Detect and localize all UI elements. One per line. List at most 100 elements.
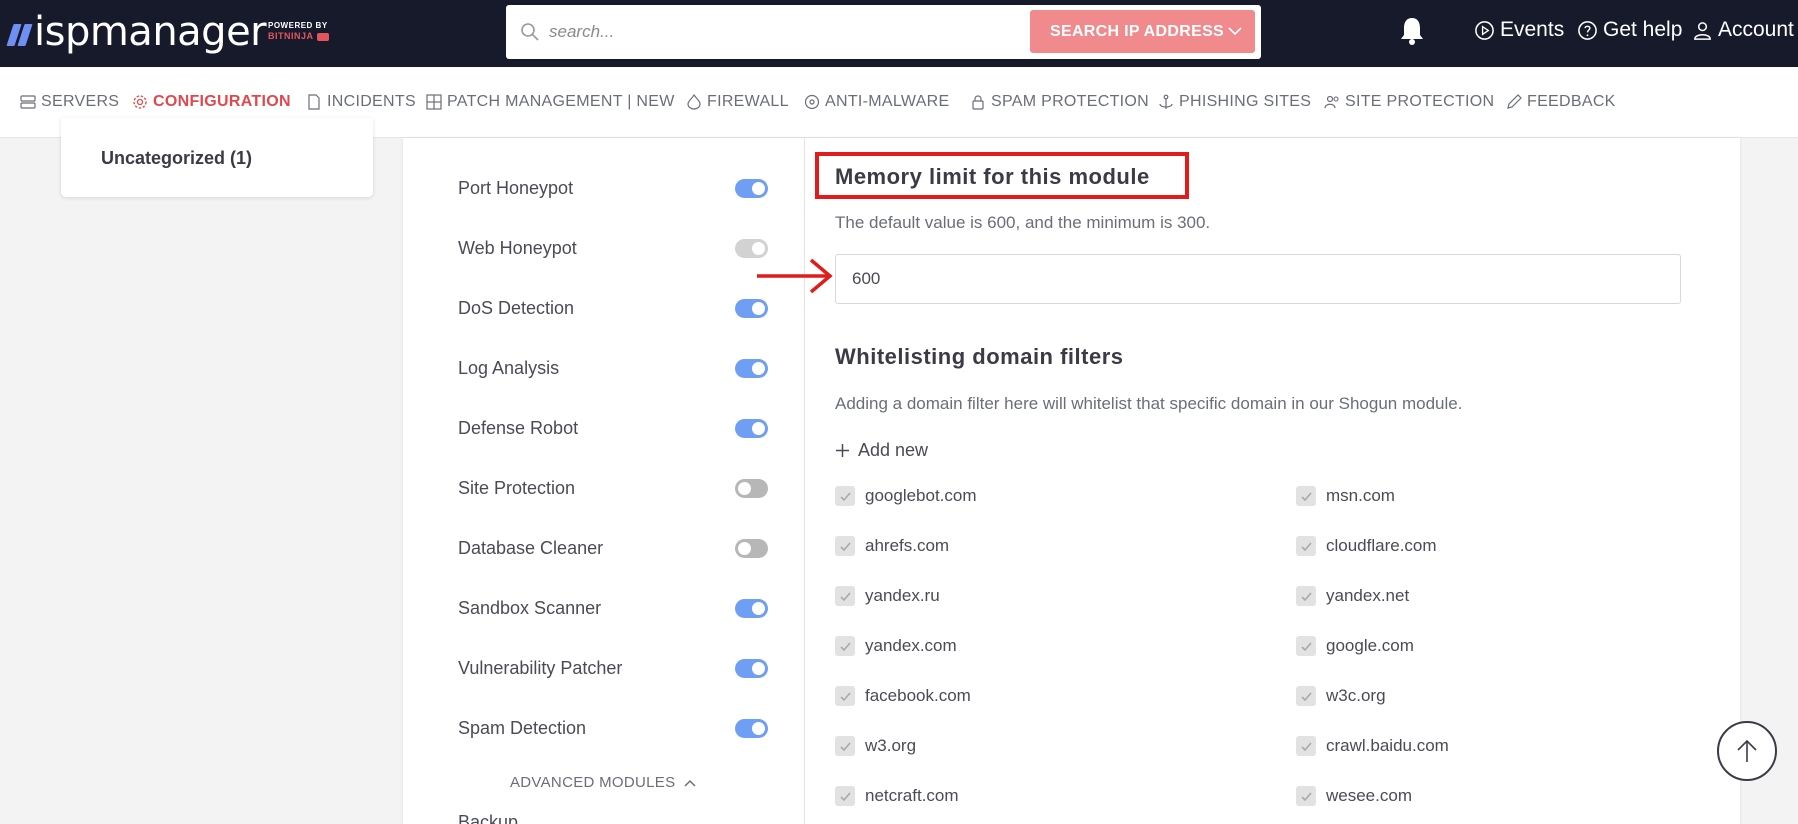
powered-by-brand: BITNINJA [268, 31, 314, 41]
nav-item-incidents[interactable]: INCIDENTS [306, 93, 416, 111]
nav-item-anti-malware[interactable]: ANTI-MALWARE [804, 93, 950, 111]
check-icon [1300, 741, 1312, 751]
domain-label: google.com [1326, 636, 1414, 655]
module-config-panel: Port Honeypot Web Honeypot DoS Detection… [403, 138, 1740, 824]
check-icon [1300, 491, 1312, 501]
nav-item-phishing-sites[interactable]: PHISHING SITES [1158, 93, 1311, 111]
server-icon [20, 95, 36, 109]
module-name-backup: Backup [458, 812, 519, 824]
nav-label: SITE PROTECTION [1345, 93, 1495, 110]
nav-label: FIREWALL [707, 93, 789, 110]
check-icon [1300, 641, 1312, 651]
module-toggle[interactable] [735, 358, 768, 378]
whitelist-description: Adding a domain filter here will whiteli… [835, 394, 1463, 413]
domain-filter-item: facebook.com [835, 686, 971, 706]
domain-label: netcraft.com [865, 786, 959, 805]
check-icon [839, 691, 851, 701]
nav-label: FEEDBACK [1527, 93, 1616, 110]
nav-item-spam-protection[interactable]: SPAM PROTECTION [970, 93, 1149, 111]
check-icon [1300, 691, 1312, 701]
nav-item-site-protection[interactable]: SITE PROTECTION [1324, 93, 1494, 111]
domain-filter-item: ahrefs.com [835, 536, 949, 556]
add-new-domain-button[interactable]: Add new [835, 440, 928, 461]
nav-label: ANTI-MALWARE [825, 93, 950, 110]
account-link[interactable]: Account [1692, 18, 1794, 42]
nav-label: CONFIGURATION [153, 93, 291, 110]
module-name: Log Analysis [458, 357, 560, 378]
bell-icon[interactable] [1396, 14, 1428, 46]
module-toggle[interactable] [735, 538, 768, 558]
events-link[interactable]: Events [1474, 18, 1564, 42]
module-toggle[interactable] [735, 418, 768, 438]
domain-checkbox[interactable] [1296, 536, 1316, 556]
search-ip-address-button[interactable]: SEARCH IP ADDRESS [1030, 10, 1255, 53]
account-label: Account [1718, 18, 1794, 41]
chevron-down-icon [1228, 27, 1242, 36]
help-circle-icon [1578, 20, 1597, 40]
nav-item-servers[interactable]: SERVERS [20, 93, 119, 111]
domain-checkbox[interactable] [1296, 586, 1316, 606]
domain-checkbox[interactable] [1296, 486, 1316, 506]
column-divider [804, 138, 805, 824]
module-name: Defense Robot [458, 417, 579, 438]
memory-limit-input[interactable] [835, 254, 1681, 304]
domain-filter-item: wesee.com [1296, 786, 1412, 806]
nav-item-configuration[interactable]: CONFIGURATION [132, 93, 291, 111]
category-uncategorized[interactable]: Uncategorized (1) [101, 148, 252, 169]
domain-filter-item: yandex.ru [835, 586, 940, 606]
search-icon [521, 23, 539, 41]
domain-checkbox[interactable] [835, 686, 855, 706]
nav-label: INCIDENTS [327, 93, 416, 110]
grid-icon [426, 94, 442, 110]
domain-checkbox[interactable] [835, 786, 855, 806]
module-row-site-protection: Site Protection [458, 473, 768, 503]
domain-checkbox[interactable] [835, 736, 855, 756]
nav-label: PATCH MANAGEMENT | NEW [447, 93, 675, 110]
domain-filter-item: yandex.net [1296, 586, 1409, 606]
module-toggle[interactable] [735, 478, 768, 498]
biohazard-icon [804, 94, 820, 110]
advanced-modules-toggle[interactable]: ADVANCED MODULES [510, 774, 697, 791]
domain-checkbox[interactable] [835, 536, 855, 556]
domain-checkbox[interactable] [835, 586, 855, 606]
search-input[interactable] [549, 15, 1049, 49]
module-name: Spam Detection [458, 717, 587, 738]
domain-checkbox[interactable] [835, 486, 855, 506]
domain-checkbox[interactable] [1296, 636, 1316, 656]
module-toggle[interactable] [735, 658, 768, 678]
nav-item-patch-management[interactable]: PATCH MANAGEMENT | NEW [426, 93, 675, 111]
module-toggle[interactable] [735, 178, 768, 198]
users-icon [1324, 95, 1339, 109]
module-row-sandbox-scanner: Sandbox Scanner [458, 593, 768, 623]
domain-label: wesee.com [1326, 786, 1412, 805]
bitninja-badge-icon [316, 32, 329, 41]
module-toggle[interactable] [735, 598, 768, 618]
scroll-to-top-button[interactable] [1717, 721, 1777, 781]
check-icon [839, 591, 851, 601]
nav-item-feedback[interactable]: FEEDBACK [1506, 93, 1616, 111]
domain-label: w3c.org [1326, 686, 1386, 705]
module-name: Database Cleaner [458, 537, 604, 558]
domain-checkbox[interactable] [1296, 686, 1316, 706]
category-card: Uncategorized (1) [61, 118, 373, 197]
module-toggle[interactable] [735, 298, 768, 318]
nav-item-firewall[interactable]: FIREWALL [686, 93, 789, 111]
arrow-up-icon [1737, 739, 1757, 762]
get-help-link[interactable]: Get help [1577, 18, 1682, 42]
domain-checkbox[interactable] [1296, 786, 1316, 806]
domain-filter-item: google.com [1296, 636, 1414, 656]
play-circle-icon [1475, 20, 1494, 40]
check-icon [839, 791, 851, 801]
module-toggle[interactable] [735, 718, 768, 738]
domain-filter-item: msn.com [1296, 486, 1395, 506]
flame-icon [687, 94, 701, 110]
module-toggle[interactable] [735, 238, 768, 258]
module-row-port-honeypot: Port Honeypot [458, 173, 768, 203]
domain-checkbox[interactable] [835, 636, 855, 656]
top-bar: ispmanager POWERED BY BITNINJA SEARCH IP… [0, 0, 1798, 67]
logo[interactable]: ispmanager [6, 12, 267, 52]
module-name: Site Protection [458, 477, 576, 498]
domain-checkbox[interactable] [1296, 736, 1316, 756]
check-icon [839, 541, 851, 551]
lock-icon [972, 95, 984, 110]
